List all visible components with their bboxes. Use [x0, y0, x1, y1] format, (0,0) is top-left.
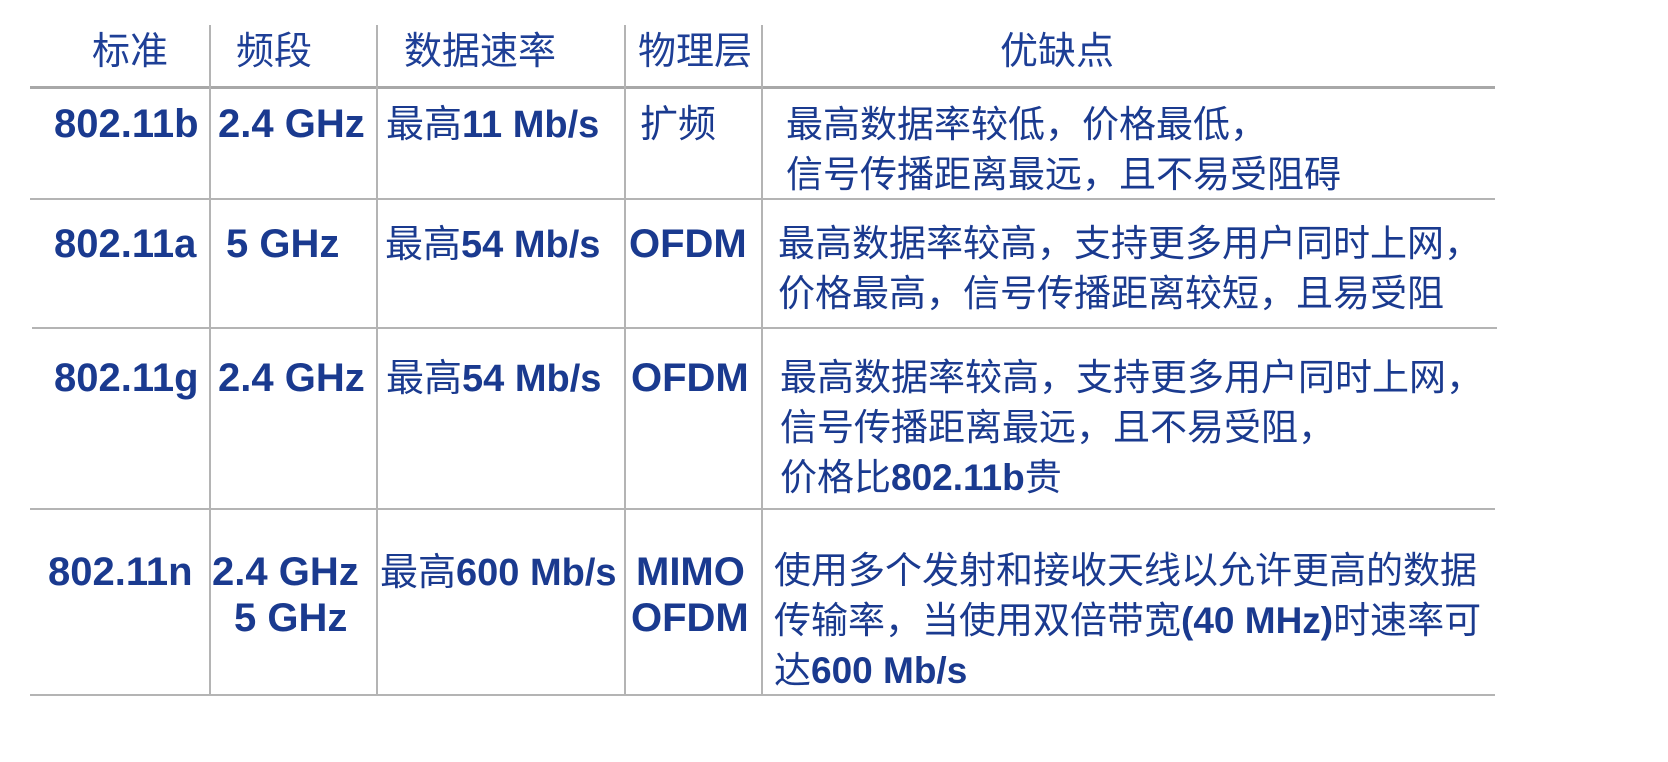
rate-prefix: 最高 — [386, 102, 463, 146]
header-band: 频段 — [236, 29, 313, 73]
phy-cell: OFDM — [631, 356, 749, 400]
rate-value: 11 Mb/s — [462, 104, 600, 146]
desc-line: 信号传播距离最远，且不易受阻， — [780, 403, 1483, 453]
desc-text: 使用多个发射和接收天线以允许更高的数据 — [774, 549, 1477, 592]
desc-line: 价格最高，信号传播距离较短，且易受阻 — [778, 269, 1481, 319]
desc-text: 信号传播距离最远，且不易受阻， — [780, 406, 1335, 449]
band-cell: 2.4 GHz — [218, 102, 365, 146]
desc-line: 达600 Mb/s — [774, 646, 1481, 696]
desc-cell: 最高数据率较高，支持更多用户同时上网， 价格最高，信号传播距离较短，且易受阻 — [778, 219, 1481, 319]
standard-cell: 802.11n — [48, 550, 193, 594]
desc-cell: 最高数据率较低，价格最低， 信号传播距离最远，且不易受阻碍 — [786, 100, 1341, 200]
band-cell: 2.4 GHz — [212, 550, 359, 594]
column-rule — [209, 25, 211, 695]
desc-line: 最高数据率较高，支持更多用户同时上网， — [778, 219, 1481, 269]
desc-line: 最高数据率较高，支持更多用户同时上网， — [780, 353, 1483, 403]
desc-line: 信号传播距离最远，且不易受阻碍 — [786, 150, 1341, 200]
rate-value: 54 Mb/s — [461, 224, 601, 266]
rate-cell: 最高54 Mb/s — [386, 352, 601, 405]
column-rule — [761, 25, 763, 695]
desc-line: 最高数据率较低，价格最低， — [786, 100, 1341, 150]
desc-line: 传输率，当使用双倍带宽(40 MHz)时速率可 — [774, 596, 1481, 646]
desc-text: 时速率可 — [1333, 599, 1482, 642]
header-pros-cons: 优缺点 — [1000, 29, 1115, 73]
rate-cell: 最高54 Mb/s — [385, 218, 600, 271]
standard-cell: 802.11g — [54, 356, 199, 400]
rate-value: 600 Mb/s — [456, 552, 617, 594]
standard-cell: 802.11b — [54, 102, 199, 146]
rate-prefix: 最高 — [386, 356, 463, 400]
desc-cell: 使用多个发射和接收天线以允许更高的数据 传输率，当使用双倍带宽(40 MHz)时速… — [774, 546, 1481, 696]
rate-prefix: 最高 — [380, 550, 457, 594]
band-cell: 5 GHz — [234, 596, 348, 640]
column-rule — [376, 25, 378, 695]
desc-text: (40 MHz) — [1181, 600, 1334, 641]
desc-text: 600 Mb/s — [811, 650, 968, 691]
desc-text: 信号传播距离最远，且不易受阻碍 — [786, 153, 1341, 196]
band-cell: 5 GHz — [226, 222, 340, 266]
rate-cell: 最高600 Mb/s — [380, 546, 617, 599]
phy-cell: OFDM — [629, 222, 747, 266]
desc-text: 价格最高，信号传播距离较短，且易受阻 — [778, 272, 1444, 315]
phy-cell: OFDM — [631, 596, 749, 640]
row-rule — [32, 327, 1497, 329]
column-rule — [624, 25, 626, 695]
desc-text: 最高数据率较高，支持更多用户同时上网， — [780, 356, 1483, 399]
desc-text: 传输率，当使用双倍带宽 — [774, 599, 1181, 642]
header-standard: 标准 — [92, 29, 169, 73]
rate-prefix: 最高 — [385, 222, 462, 266]
desc-line: 使用多个发射和接收天线以允许更高的数据 — [774, 546, 1481, 596]
desc-text: 贵 — [1024, 456, 1062, 499]
desc-text: 802.11b — [891, 457, 1025, 498]
band-cell: 2.4 GHz — [218, 356, 365, 400]
rate-value: 54 Mb/s — [462, 358, 602, 400]
desc-text: 最高数据率较低，价格最低， — [786, 103, 1267, 146]
header-rate: 数据速率 — [404, 29, 557, 73]
phy-cell: 扩频 — [640, 102, 717, 146]
phy-cell: MIMO — [636, 550, 745, 594]
desc-line: 价格比802.11b贵 — [780, 453, 1483, 503]
standard-cell: 802.11a — [54, 222, 197, 266]
desc-text: 达 — [774, 649, 811, 692]
header-phy: 物理层 — [638, 29, 753, 73]
desc-text: 最高数据率较高，支持更多用户同时上网， — [778, 222, 1481, 265]
wifi-standards-table: 标准 频段 数据速率 物理层 优缺点 802.11b 2.4 GHz 最高11 … — [0, 0, 1668, 762]
rate-cell: 最高11 Mb/s — [386, 98, 599, 151]
desc-text: 价格比 — [780, 456, 891, 499]
desc-cell: 最高数据率较高，支持更多用户同时上网， 信号传播距离最远，且不易受阻， 价格比802… — [780, 353, 1483, 503]
